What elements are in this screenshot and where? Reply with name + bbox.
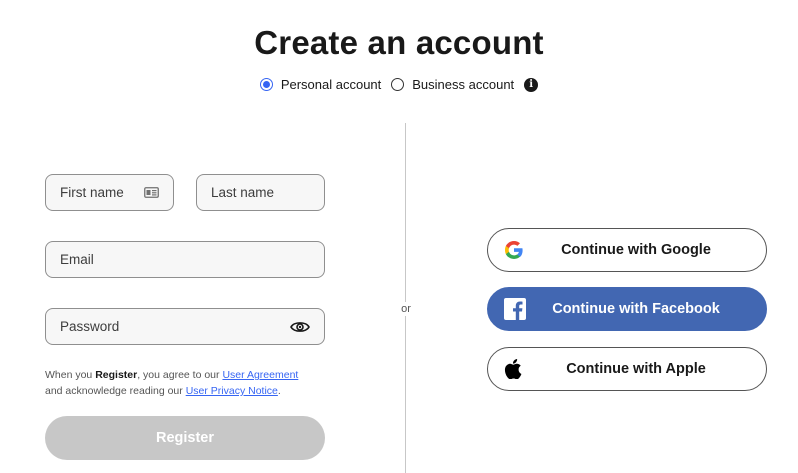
- facebook-icon: [504, 288, 526, 330]
- google-button-label: Continue with Google: [561, 242, 711, 258]
- legal-notice: When you Register, you agree to our User…: [45, 367, 335, 399]
- first-name-input[interactable]: [60, 185, 144, 200]
- business-account-option[interactable]: Business account: [391, 77, 514, 92]
- register-button[interactable]: Register: [45, 416, 325, 460]
- legal-middle: , you agree to our: [137, 369, 223, 381]
- facebook-button-label: Continue with Facebook: [552, 301, 720, 317]
- legal-line2-prefix: and acknowledge reading our: [45, 385, 186, 397]
- legal-suffix: .: [277, 385, 281, 397]
- continue-with-facebook-button[interactable]: Continue with Facebook: [487, 287, 767, 331]
- or-label: or: [396, 302, 416, 316]
- continue-with-google-button[interactable]: Continue with Google: [487, 228, 767, 272]
- page-title: Create an account: [254, 24, 544, 61]
- vertical-divider: [405, 123, 406, 473]
- business-account-radio[interactable]: [391, 78, 405, 91]
- password-input[interactable]: [60, 319, 290, 334]
- apple-button-label: Continue with Apple: [566, 361, 706, 377]
- info-icon[interactable]: i: [524, 77, 539, 92]
- password-field[interactable]: [45, 308, 325, 345]
- first-name-field[interactable]: [45, 174, 174, 211]
- personal-account-option[interactable]: Personal account: [259, 77, 382, 92]
- legal-register-word: Register: [95, 369, 138, 381]
- user-agreement-link[interactable]: User Agreement: [222, 369, 298, 381]
- last-name-field[interactable]: [196, 174, 325, 211]
- email-input[interactable]: [60, 252, 310, 267]
- eye-icon[interactable]: [290, 320, 310, 334]
- privacy-notice-link[interactable]: User Privacy Notice: [186, 385, 278, 397]
- email-field[interactable]: [45, 241, 325, 278]
- apple-icon: [504, 348, 522, 390]
- personal-account-label: Personal account: [280, 77, 382, 92]
- legal-prefix: When you: [45, 369, 96, 381]
- continue-with-apple-button[interactable]: Continue with Apple: [487, 347, 767, 391]
- account-type-selector: Personal account Business account i: [0, 77, 798, 92]
- last-name-input[interactable]: [211, 185, 310, 200]
- personal-account-radio[interactable]: [259, 78, 273, 91]
- business-account-label: Business account: [412, 77, 515, 92]
- contact-card-icon: [144, 187, 159, 198]
- google-icon: [504, 229, 524, 271]
